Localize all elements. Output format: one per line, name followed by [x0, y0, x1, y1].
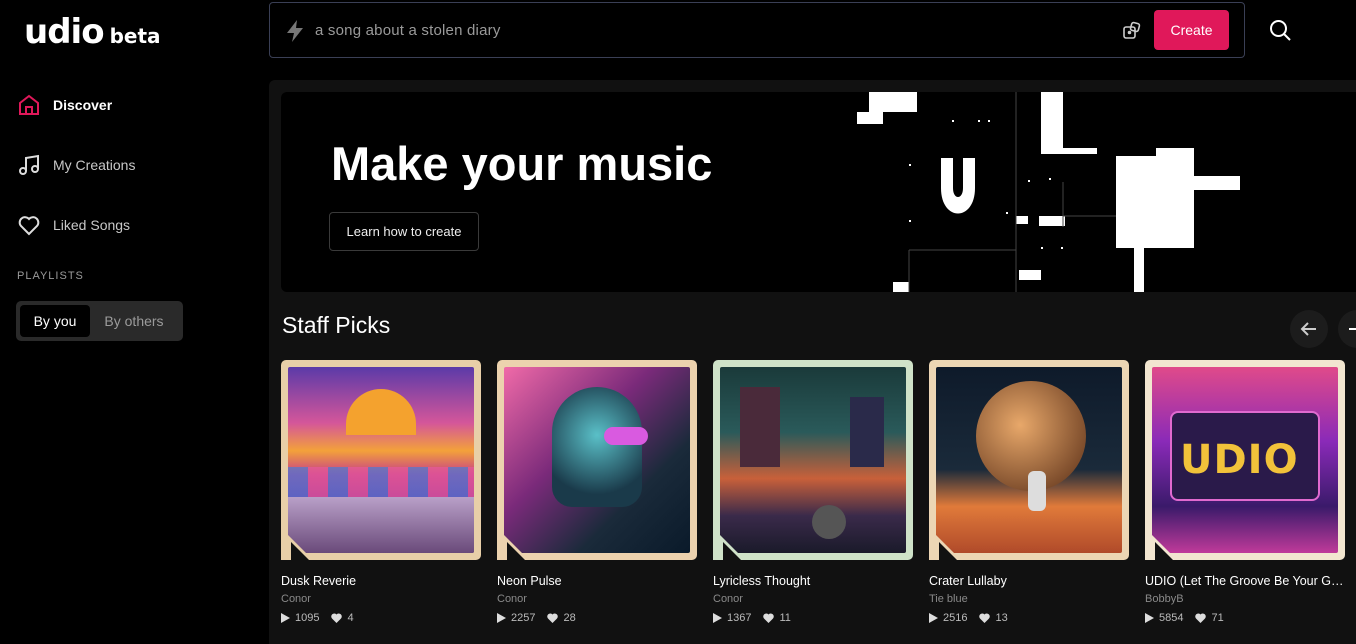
- song-cover[interactable]: UDIO: [1145, 360, 1345, 560]
- tab-by-others[interactable]: By others: [90, 305, 178, 337]
- song-card: UDIO UDIO (Let The Groove Be Your Guide)…: [1145, 360, 1345, 624]
- song-author[interactable]: Conor: [497, 593, 697, 605]
- heart-icon: [331, 613, 343, 623]
- heart-icon: [763, 613, 775, 623]
- song-stats: 1367 11: [713, 612, 913, 624]
- play-icon: [713, 613, 722, 623]
- song-card: Crater Lullaby Tie blue 2516 13: [929, 360, 1129, 624]
- sidebar-item-label: Discover: [53, 97, 113, 113]
- search-icon[interactable]: [1268, 18, 1292, 47]
- udio-corner-mark: [497, 528, 529, 560]
- play-count: 1095: [295, 612, 320, 624]
- sidebar: udio beta Discover My Creations Liked So…: [0, 0, 268, 644]
- play-count: 5854: [1159, 612, 1184, 624]
- heart-icon: [1195, 613, 1207, 623]
- song-stats: 1095 4: [281, 612, 481, 624]
- arrow-left-icon: [1300, 322, 1316, 336]
- song-title[interactable]: Dusk Reverie: [281, 574, 481, 588]
- play-icon: [1145, 613, 1154, 623]
- create-button[interactable]: Create: [1154, 10, 1229, 50]
- beta-badge: beta: [109, 24, 161, 48]
- song-title[interactable]: Lyricless Thought: [713, 574, 913, 588]
- tab-by-you[interactable]: By you: [20, 305, 90, 337]
- hero-title: Make your music: [331, 137, 713, 190]
- sidebar-item-liked-songs[interactable]: Liked Songs: [16, 209, 130, 241]
- playlists-heading: PLAYLISTS: [17, 270, 84, 282]
- song-card: Dusk Reverie Conor 1095 4: [281, 360, 481, 624]
- play-count: 2257: [511, 612, 536, 624]
- play-icon: [281, 613, 290, 623]
- staff-picks-heading: Staff Picks: [282, 312, 391, 338]
- udio-corner-mark: [281, 528, 313, 560]
- carousel-next-button[interactable]: [1338, 310, 1356, 348]
- playlist-filter: By you By others: [16, 301, 183, 341]
- learn-how-button[interactable]: Learn how to create: [329, 212, 479, 251]
- udio-corner-mark: [713, 528, 745, 560]
- arrow-right-icon: [1349, 328, 1356, 330]
- main-content: Make your music Learn how to create Staf…: [269, 80, 1356, 644]
- lightning-icon[interactable]: [284, 19, 306, 48]
- like-count: 13: [995, 612, 1008, 624]
- sidebar-item-discover[interactable]: Discover: [16, 89, 112, 121]
- heart-icon: [547, 613, 559, 623]
- play-count: 1367: [727, 612, 752, 624]
- song-card: Lyricless Thought Conor 1367 11: [713, 360, 913, 624]
- play-icon: [929, 613, 938, 623]
- prompt-input[interactable]: a song about a stolen diary: [315, 22, 501, 39]
- heart-icon: [979, 613, 991, 623]
- song-cover[interactable]: [281, 360, 481, 560]
- song-stats: 5854 71: [1145, 612, 1345, 624]
- hero-pixel-art: [857, 92, 1240, 292]
- song-author[interactable]: BobbyB: [1145, 593, 1345, 605]
- like-count: 4: [347, 612, 354, 624]
- sidebar-item-my-creations[interactable]: My Creations: [16, 149, 135, 181]
- heart-icon: [16, 212, 42, 238]
- prompt-bar: a song about a stolen diary Create: [269, 2, 1245, 58]
- play-icon: [497, 613, 506, 623]
- carousel-prev-button[interactable]: [1290, 310, 1328, 348]
- like-count: 71: [1211, 612, 1224, 624]
- like-count: 28: [563, 612, 576, 624]
- song-author[interactable]: Tie blue: [929, 593, 1129, 605]
- song-title[interactable]: UDIO (Let The Groove Be Your Guide): [1145, 574, 1345, 588]
- song-author[interactable]: Conor: [713, 593, 913, 605]
- song-stats: 2257 28: [497, 612, 697, 624]
- song-card: Neon Pulse Conor 2257 28: [497, 360, 697, 624]
- song-title[interactable]: Crater Lullaby: [929, 574, 1129, 588]
- sidebar-item-label: My Creations: [53, 157, 136, 173]
- song-author[interactable]: Conor: [281, 593, 481, 605]
- udio-corner-mark: [929, 528, 961, 560]
- sidebar-item-label: Liked Songs: [53, 217, 131, 233]
- udio-logo[interactable]: udio beta: [24, 12, 161, 52]
- random-prompt-icon[interactable]: [1122, 21, 1142, 46]
- home-icon: [16, 92, 42, 118]
- hero-banner: Make your music Learn how to create: [281, 92, 1356, 292]
- logo-wordmark: udio: [24, 12, 105, 52]
- udio-corner-mark: [1145, 528, 1177, 560]
- cover-art-lettering: UDIO: [1180, 437, 1299, 483]
- like-count: 11: [779, 612, 791, 624]
- music-note-icon: [16, 152, 42, 178]
- play-count: 2516: [943, 612, 968, 624]
- song-title[interactable]: Neon Pulse: [497, 574, 697, 588]
- song-stats: 2516 13: [929, 612, 1129, 624]
- song-cover[interactable]: [497, 360, 697, 560]
- song-cover[interactable]: [929, 360, 1129, 560]
- song-cover[interactable]: [713, 360, 913, 560]
